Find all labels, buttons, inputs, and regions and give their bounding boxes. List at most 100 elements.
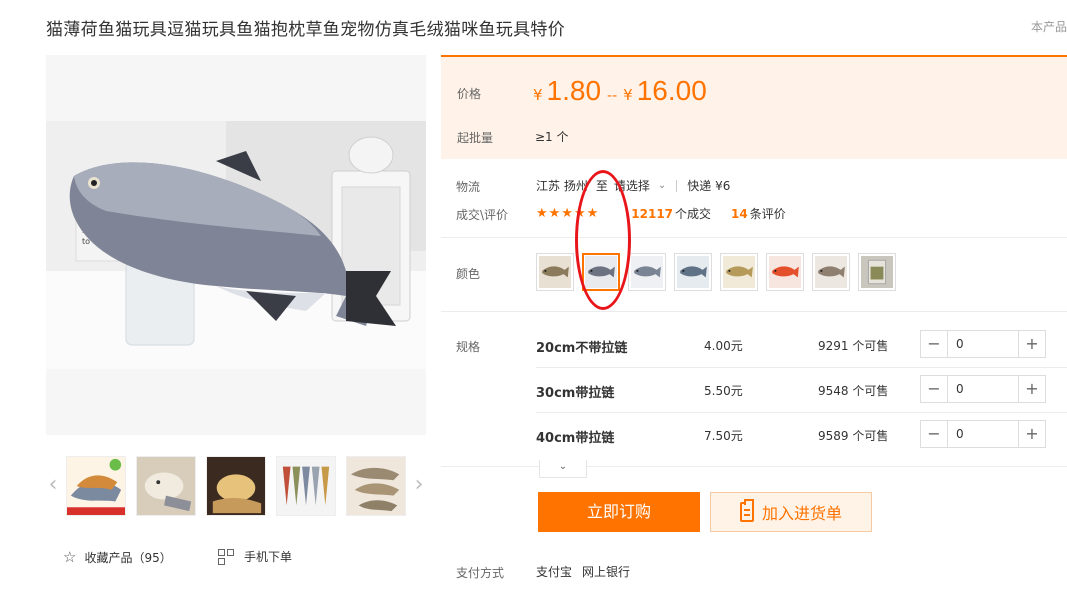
fish-swatch-1-image [539,256,571,288]
thumbnail-3[interactable] [206,456,266,516]
qr-code-icon [218,548,234,565]
clipboard-icon [739,499,754,522]
divider [676,179,678,192]
price-separator: -- [607,88,618,104]
plus-icon[interactable]: + [1019,421,1045,447]
thumbnail-2[interactable] [136,456,196,516]
thumbnail-1-image [67,457,125,515]
buy-now-button[interactable]: 立即订购 [538,492,700,532]
moq-value: ≥1 个 [535,130,569,144]
fish-swatch-5-image [723,256,755,288]
payment-alipay: 支付宝 [536,565,573,579]
minus-icon[interactable]: − [921,376,947,402]
thumbnail-strip: ‹ › [46,452,426,518]
favorite-label: 收藏产品（95） [84,550,172,565]
price-min: 1.80 [546,75,602,106]
rating-info: ★★★★★ 12117 个成交 14 条评价 [536,205,786,222]
spec-stock: 9589 个可售 [818,429,889,443]
mobile-order-label: 手机下单 [244,550,293,564]
spec-stock: 9548 个可售 [818,384,889,398]
quantity-stepper: −0 + [920,330,1046,358]
top-right-link[interactable]: 本产品 [1031,18,1067,35]
expand-specs-toggle[interactable]: ⌄ [539,460,587,478]
main-photo: Switching to the Mac [46,121,426,369]
fish-swatch-6[interactable] [766,253,804,291]
quantity-input[interactable]: 0 [947,421,1019,447]
thumbnail-1[interactable] [66,456,126,516]
fish-swatch-5[interactable] [720,253,758,291]
rating-stars-icon: ★★★★★ [536,206,600,221]
deal-count[interactable]: 12117 [631,207,673,221]
currency-symbol-2: ¥ [623,86,633,104]
moq-label: 起批量 [457,131,494,145]
thumbnail-prev-arrow[interactable]: ‹ [46,472,60,498]
spec-name: 30cm带拉链 [536,386,615,401]
thumbnail-next-arrow[interactable]: › [412,472,426,498]
price-max: 16.00 [636,75,707,106]
thumbnail-5[interactable] [346,456,406,516]
thumbnail-4[interactable] [276,456,336,516]
review-count[interactable]: 14 [731,207,748,221]
favorite-button[interactable]: ☆ 收藏产品（95） [63,548,172,566]
plus-icon[interactable]: + [1019,331,1045,357]
divider [441,311,1067,312]
quantity-stepper: −0 + [920,420,1046,448]
minus-icon[interactable]: − [921,331,947,357]
price-label: 价格 [457,87,482,101]
review-suffix: 条评价 [749,207,786,221]
fish-swatch-2-image [585,256,617,288]
fish-swatch-1[interactable] [536,253,574,291]
spec-price: 7.50元 [704,429,743,443]
price-range: ¥ 1.80 -- ¥ 16.00 [533,75,707,107]
add-to-list-button[interactable]: 加入进货单 [710,492,872,532]
logistics-label: 物流 [456,180,481,194]
deal-suffix: 个成交 [675,207,712,221]
express-fee: 快递 ¥6 [687,179,731,193]
spec-row: 20cm不带拉链 4.00元 9291 个可售 −0 + [536,323,1067,367]
fish-swatch-4[interactable] [674,253,712,291]
payment-online-bank: 网上银行 [582,565,631,579]
minus-icon[interactable]: − [921,421,947,447]
payment-methods: 支付宝 网上银行 [536,563,630,580]
divider [441,466,1067,467]
spec-row: 30cm带拉链 5.50元 9548 个可售 −0 + [536,368,1067,412]
quantity-input[interactable]: 0 [947,331,1019,357]
currency-symbol: ¥ [533,86,543,104]
spec-stock: 9291 个可售 [818,339,889,353]
main-product-image[interactable]: Switching to the Mac [46,55,426,435]
logistics-info: 江苏 扬州 至 请选择 ⌄ 快递 ¥6 [536,177,730,194]
catnip-swatch[interactable] [858,253,896,291]
destination-select[interactable]: 请选择 [614,177,650,194]
star-outline-icon: ☆ [63,548,77,566]
add-to-list-label: 加入进货单 [761,504,842,523]
chevron-down-icon[interactable]: ⌄ [658,180,666,191]
mobile-order-button[interactable]: 手机下单 [218,548,292,565]
plus-icon[interactable]: + [1019,376,1045,402]
quantity-stepper: −0 + [920,375,1046,403]
origin-location: 江苏 扬州 [536,179,588,193]
price-panel: 价格 ¥ 1.80 -- ¥ 16.00 起批量 ≥1 个 [441,55,1067,159]
fish-toy-photo: Switching to the Mac [46,121,426,369]
spec-row: 40cm带拉链 7.50元 9589 个可售 −0 + [536,413,1067,457]
fish-swatch-7-image [815,256,847,288]
thumbnail-5-image [347,457,405,515]
catnip-swatch-image [861,256,893,288]
deals-label: 成交\评价 [456,208,509,222]
spec-price: 5.50元 [704,384,743,398]
thumbnail-3-image [207,457,265,515]
fish-swatch-2[interactable] [582,253,620,291]
fish-swatch-4-image [677,256,709,288]
fish-swatch-3[interactable] [628,253,666,291]
fish-swatch-6-image [769,256,801,288]
fish-swatch-7[interactable] [812,253,850,291]
spec-price: 4.00元 [704,339,743,353]
to-text: 至 [595,179,608,193]
spec-label: 规格 [456,340,481,354]
product-title: 猫薄荷鱼猫玩具逗猫玩具鱼猫抱枕草鱼宠物仿真毛绒猫咪鱼玩具特价 [46,20,565,40]
quantity-input[interactable]: 0 [947,376,1019,402]
spec-name: 40cm带拉链 [536,431,615,446]
thumbnail-2-image [137,457,195,515]
divider [441,237,1067,238]
spec-name: 20cm不带拉链 [536,341,628,356]
payment-label: 支付方式 [456,566,505,580]
